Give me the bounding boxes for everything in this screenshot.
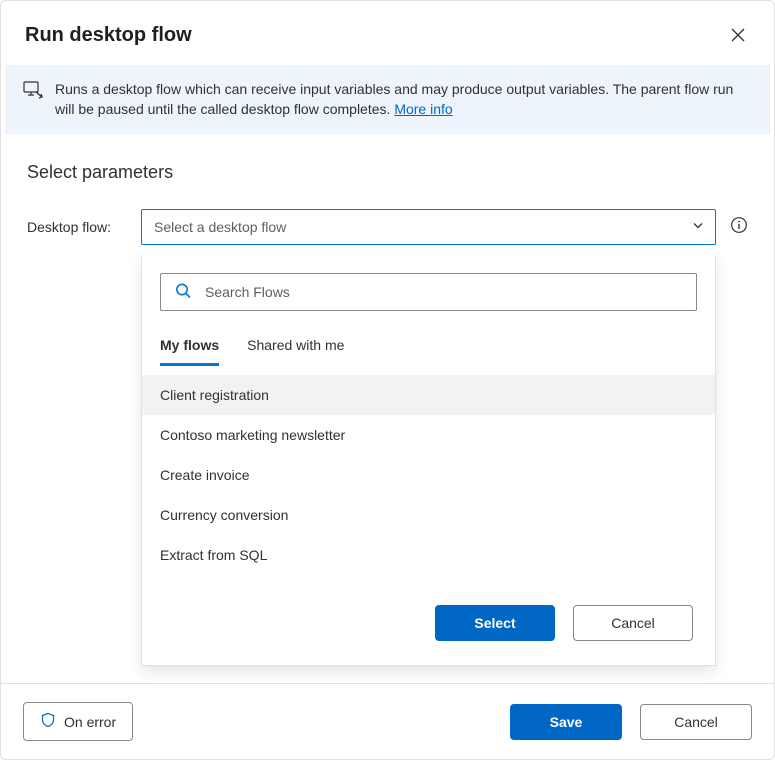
more-info-link[interactable]: More info	[394, 101, 452, 117]
desktop-flow-label: Desktop flow:	[27, 219, 127, 235]
flow-item-client-registration[interactable]: Client registration	[142, 375, 715, 415]
cancel-button[interactable]: Cancel	[640, 704, 752, 740]
flow-item-contoso-marketing[interactable]: Contoso marketing newsletter	[142, 415, 715, 455]
dialog-footer: On error Save Cancel	[1, 683, 774, 759]
flow-item-extract-from-sql[interactable]: Extract from SQL	[142, 535, 715, 575]
dialog-title: Run desktop flow	[25, 24, 192, 47]
footer-actions: Save Cancel	[510, 704, 752, 740]
run-desktop-flow-dialog: Run desktop flow Runs a desktop flow whi…	[0, 0, 775, 760]
flow-item-create-invoice[interactable]: Create invoice	[142, 455, 715, 495]
tab-shared-with-me[interactable]: Shared with me	[247, 329, 344, 366]
dropdown-cancel-button[interactable]: Cancel	[573, 605, 693, 641]
flow-tabs: My flows Shared with me	[142, 329, 715, 367]
flow-picker-dropdown: My flows Shared with me Client registrat…	[141, 255, 716, 666]
flow-list: Client registration Contoso marketing ne…	[142, 375, 715, 575]
dialog-body: Select parameters Desktop flow: Select a…	[1, 134, 774, 683]
search-icon	[174, 281, 192, 302]
search-wrap	[160, 273, 697, 311]
section-title: Select parameters	[27, 162, 748, 183]
on-error-button[interactable]: On error	[23, 702, 133, 741]
dialog-header: Run desktop flow	[1, 1, 774, 65]
select-button[interactable]: Select	[435, 605, 555, 641]
shield-icon	[40, 712, 56, 731]
info-banner: Runs a desktop flow which can receive in…	[5, 65, 770, 134]
banner-text: Runs a desktop flow which can receive in…	[55, 79, 752, 120]
desktop-flow-icon	[23, 81, 43, 104]
info-icon[interactable]	[730, 216, 748, 237]
save-button[interactable]: Save	[510, 704, 622, 740]
desktop-flow-row: Desktop flow: Select a desktop flow	[27, 209, 748, 245]
flow-item-currency-conversion[interactable]: Currency conversion	[142, 495, 715, 535]
desktop-flow-select-wrap: Select a desktop flow My flows Sha	[141, 209, 716, 245]
desktop-flow-select[interactable]: Select a desktop flow	[141, 209, 716, 245]
close-button[interactable]	[726, 23, 750, 47]
tab-my-flows[interactable]: My flows	[160, 329, 219, 366]
chevron-down-icon	[691, 218, 705, 235]
dropdown-footer: Select Cancel	[142, 575, 715, 641]
close-icon	[730, 27, 746, 43]
on-error-label: On error	[64, 714, 116, 730]
search-flows-input[interactable]	[160, 273, 697, 311]
